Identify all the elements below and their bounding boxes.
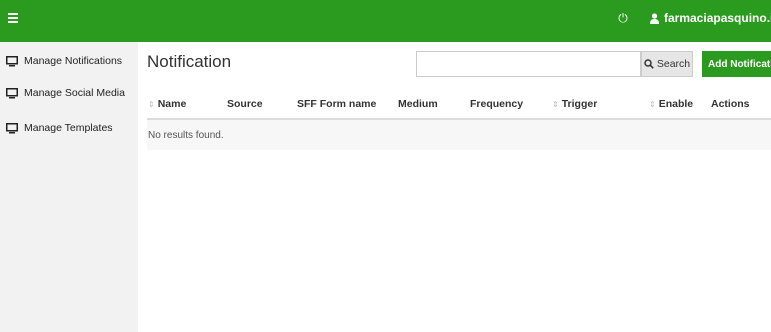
- search-button[interactable]: Search: [641, 51, 693, 77]
- column-label: Actions: [711, 98, 750, 110]
- monitor-icon: [6, 122, 18, 133]
- column-label: Source: [227, 98, 263, 110]
- empty-results-message: No results found.: [148, 130, 224, 141]
- search-button-label: Search: [656, 58, 691, 70]
- sidebar-item-label: Manage Social Media: [24, 87, 125, 99]
- column-label: Enable: [658, 98, 694, 110]
- column-label: Trigger: [561, 98, 598, 110]
- column-label: Medium: [398, 98, 438, 110]
- hamburger-menu-icon[interactable]: [8, 11, 22, 25]
- table-row: [147, 120, 771, 150]
- monitor-icon: [6, 87, 18, 98]
- column-header-source: Source: [227, 98, 263, 110]
- column-header-enable[interactable]: ⇕ Enable: [649, 98, 693, 110]
- sidebar-item-manage-social-media[interactable]: Manage Social Media: [6, 85, 125, 101]
- monitor-icon: [6, 55, 18, 66]
- sidebar-item-label: Manage Notifications: [24, 55, 123, 67]
- user-icon: [650, 12, 659, 24]
- power-icon[interactable]: ⏻: [616, 11, 630, 25]
- top-navbar: ⏻ farmaciapasquino.it: [0, 0, 771, 42]
- add-notification-button[interactable]: Add Notification: [702, 51, 771, 77]
- column-label: SFF Form name: [297, 98, 377, 110]
- sidebar-item-label: Manage Templates: [24, 122, 113, 134]
- sidebar-item-manage-templates[interactable]: Manage Templates: [6, 120, 113, 136]
- sort-icon: ⇕: [649, 100, 656, 109]
- column-header-name[interactable]: ⇕ Name: [148, 98, 186, 110]
- column-header-trigger[interactable]: ⇕ Trigger: [552, 98, 597, 110]
- column-header-medium: Medium: [398, 98, 438, 110]
- sidebar: Manage Notifications Manage Social Media…: [0, 42, 138, 332]
- user-menu[interactable]: farmaciapasquino.it: [650, 10, 771, 26]
- page-title: Notification: [147, 52, 232, 71]
- search-input[interactable]: [416, 51, 641, 77]
- column-header-actions: Actions: [711, 98, 750, 110]
- username-label: farmaciapasquino.it: [664, 11, 771, 25]
- column-header-sff-form-name: SFF Form name: [297, 98, 376, 110]
- column-label: Name: [157, 98, 187, 110]
- search-icon: [644, 59, 654, 69]
- column-header-frequency: Frequency: [470, 98, 523, 110]
- sort-icon: ⇕: [148, 100, 155, 109]
- sidebar-item-manage-notifications[interactable]: Manage Notifications: [6, 53, 122, 69]
- column-label: Frequency: [470, 98, 524, 110]
- sort-icon: ⇕: [552, 100, 559, 109]
